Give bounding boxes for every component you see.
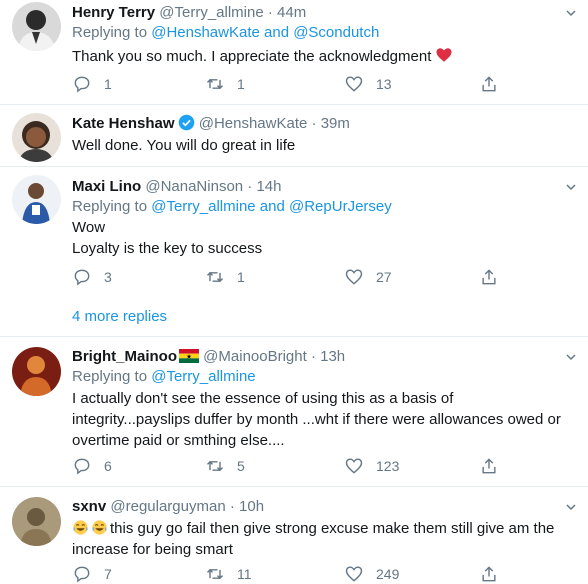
- avatar[interactable]: [12, 2, 61, 51]
- reply-icon: [74, 76, 90, 93]
- reply-button[interactable]: 1: [72, 73, 112, 95]
- tweet-header: Kate Henshaw @HenshawKate · 39m: [72, 114, 350, 132]
- tweet-text: Thank you so much. I appreciate the ackn…: [72, 46, 574, 67]
- divider: [0, 166, 588, 167]
- like-button[interactable]: 13: [344, 73, 392, 95]
- ghana-flag-emoji-icon: [179, 349, 199, 363]
- tweet-time[interactable]: 13h: [320, 348, 345, 365]
- retweet-count: 5: [237, 458, 245, 474]
- retweet-icon: [206, 78, 224, 90]
- reply-count: 1: [104, 76, 112, 92]
- divider: [0, 336, 588, 337]
- heart-icon: [345, 566, 363, 582]
- red-heart-emoji-icon: [436, 48, 452, 62]
- user-handle[interactable]: @regularguyman: [110, 498, 225, 515]
- tweet-text: Well done. You will do great in life: [72, 137, 296, 154]
- share-icon: [482, 566, 496, 582]
- user-name[interactable]: Henry Terry: [72, 4, 155, 21]
- more-replies-link[interactable]: 4 more replies: [72, 307, 167, 327]
- like-button[interactable]: 249: [344, 563, 399, 584]
- chevron-down-icon[interactable]: [564, 500, 578, 514]
- user-name[interactable]: Bright_Mainoo: [72, 348, 177, 365]
- reply-count: 6: [104, 458, 112, 474]
- divider: [0, 486, 588, 487]
- reply-button[interactable]: 7: [72, 563, 112, 584]
- retweet-button[interactable]: 5: [205, 455, 245, 477]
- heart-icon: [345, 76, 363, 92]
- avatar[interactable]: [12, 175, 61, 224]
- share-button[interactable]: [479, 266, 499, 288]
- retweet-button[interactable]: 11: [205, 563, 252, 584]
- reply-button[interactable]: 3: [72, 266, 112, 288]
- heart-icon: [345, 458, 363, 474]
- user-handle[interactable]: @NanaNinson: [145, 178, 243, 195]
- retweet-icon: [206, 271, 224, 283]
- retweet-button[interactable]: 1: [205, 73, 245, 95]
- tweet-text: this guy go fail then give strong excuse…: [72, 520, 555, 558]
- replying-to: Replying to @Terry_allmine: [72, 368, 256, 385]
- tears-of-joy-emoji-icon: [92, 520, 107, 535]
- tweet-header: Bright_Mainoo @MainooBright · 13h: [72, 348, 346, 365]
- share-icon: [482, 269, 496, 285]
- tweet-header: Maxi Lino @NanaNinson · 14h: [72, 178, 282, 195]
- divider: [0, 104, 588, 105]
- heart-icon: [345, 269, 363, 285]
- retweet-icon: [206, 568, 224, 580]
- reply-count: 3: [104, 269, 112, 285]
- replying-to: Replying to @HenshawKate and @Scondutch: [72, 24, 380, 41]
- tears-of-joy-emoji-icon: [73, 520, 88, 535]
- retweet-count: 1: [237, 269, 245, 285]
- tweet-time[interactable]: 44m: [277, 4, 306, 21]
- replying-to: Replying to @Terry_allmine and @RepUrJer…: [72, 198, 392, 215]
- chevron-down-icon[interactable]: [564, 350, 578, 364]
- tweet-header: Henry Terry @Terry_allmine · 44m: [72, 4, 307, 21]
- avatar[interactable]: [12, 497, 61, 546]
- retweet-count: 1: [237, 76, 245, 92]
- retweet-count: 11: [237, 566, 252, 582]
- tweet-text: I actually don't see the essence of usin…: [72, 390, 561, 449]
- share-icon: [482, 458, 496, 474]
- replying-to-link[interactable]: @Terry_allmine: [151, 368, 255, 385]
- reply-icon: [74, 566, 90, 583]
- user-handle[interactable]: @HenshawKate: [199, 115, 308, 132]
- like-count: 249: [376, 566, 400, 582]
- tweet-time[interactable]: 10h: [239, 498, 264, 515]
- reply-count: 7: [104, 566, 112, 582]
- user-name[interactable]: Kate Henshaw: [72, 115, 175, 132]
- retweet-button[interactable]: 1: [205, 266, 245, 288]
- user-handle[interactable]: @Terry_allmine: [159, 4, 263, 21]
- reply-button[interactable]: 6: [72, 455, 112, 477]
- share-icon: [482, 76, 496, 92]
- chevron-down-icon[interactable]: [564, 180, 578, 194]
- share-button[interactable]: [479, 563, 499, 584]
- reply-icon: [74, 458, 90, 475]
- verified-badge-icon: [178, 114, 194, 131]
- avatar[interactable]: [12, 113, 61, 162]
- tweet-header: sxnv @regularguyman · 10h: [72, 498, 265, 515]
- like-count: 27: [376, 269, 392, 285]
- user-handle[interactable]: @MainooBright: [203, 348, 307, 365]
- replying-to-link[interactable]: @HenshawKate and @Scondutch: [151, 24, 379, 41]
- avatar[interactable]: [12, 347, 61, 396]
- chevron-down-icon[interactable]: [564, 6, 578, 20]
- reply-icon: [74, 269, 90, 286]
- user-name[interactable]: Maxi Lino: [72, 178, 141, 195]
- like-count: 13: [376, 76, 392, 92]
- like-count: 123: [376, 458, 400, 474]
- like-button[interactable]: 27: [344, 266, 392, 288]
- like-button[interactable]: 123: [344, 455, 399, 477]
- share-button[interactable]: [479, 455, 499, 477]
- user-name[interactable]: sxnv: [72, 498, 106, 515]
- retweet-icon: [206, 460, 224, 472]
- tweet-time[interactable]: 14h: [256, 178, 281, 195]
- tweet-text: Wow Loyalty is the key to success: [72, 219, 263, 257]
- share-button[interactable]: [479, 73, 499, 95]
- tweet-time[interactable]: 39m: [321, 115, 350, 132]
- replying-to-link[interactable]: @Terry_allmine and @RepUrJersey: [151, 198, 392, 215]
